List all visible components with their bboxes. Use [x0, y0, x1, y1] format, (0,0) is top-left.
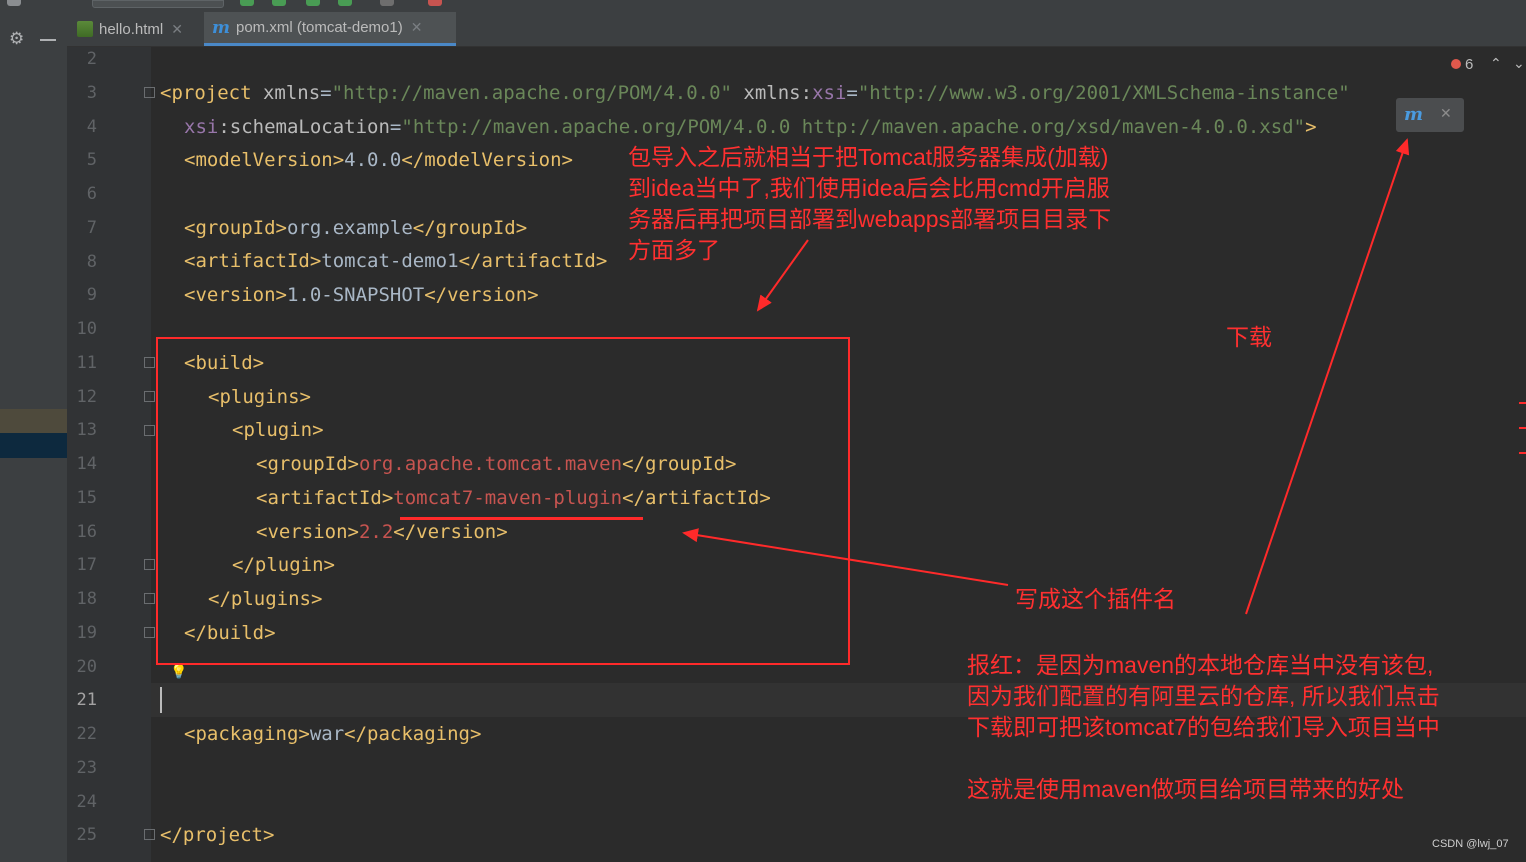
scroll-error-marker[interactable]	[1519, 427, 1526, 429]
arrow-to-plugin	[682, 528, 1009, 586]
scroll-error-marker[interactable]	[1519, 452, 1526, 454]
scroll-error-marker[interactable]	[1519, 402, 1526, 404]
arrow-to-box	[756, 239, 809, 312]
watermark: CSDN @lwj_07	[1432, 838, 1509, 850]
arrow-to-maven-popup	[1245, 138, 1410, 615]
annotation-arrows	[682, 138, 1410, 615]
